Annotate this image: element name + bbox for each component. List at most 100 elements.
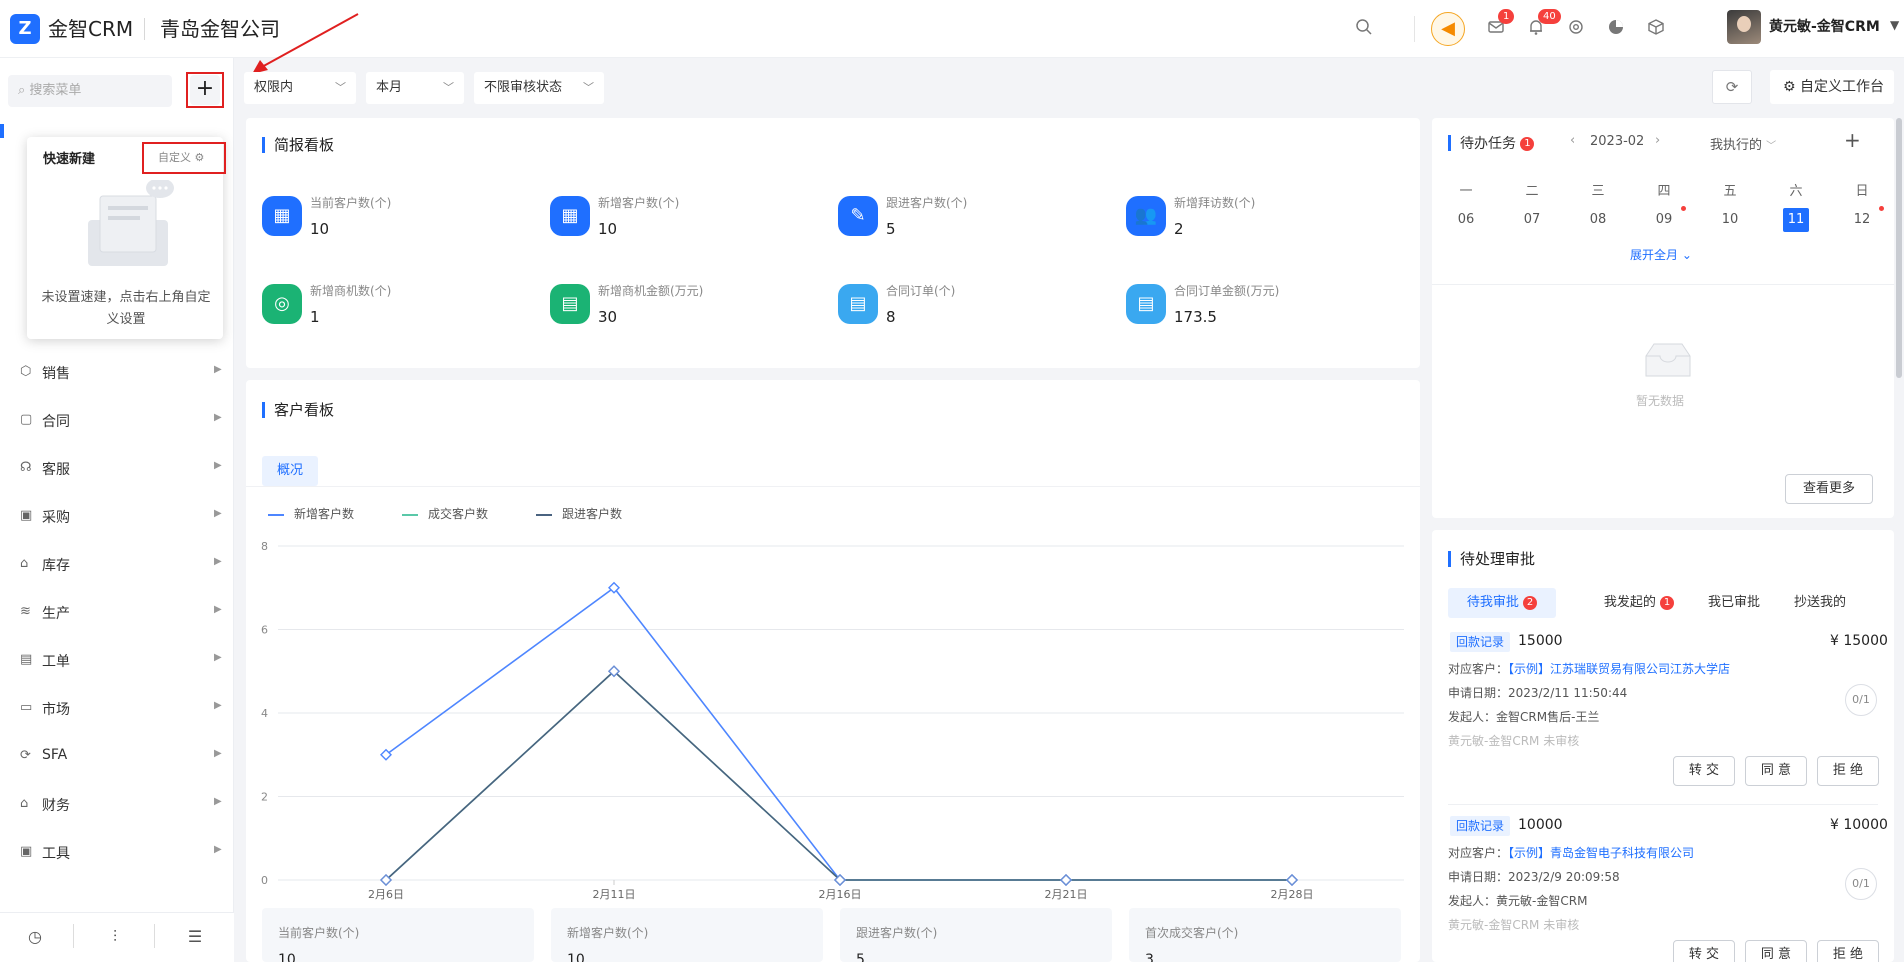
settings-sliders-icon[interactable]: ⫶ (103, 925, 127, 949)
quick-create-button[interactable]: + (190, 75, 220, 105)
sidebar-item[interactable]: ⌂ 财务 ▶ (0, 785, 234, 825)
popup-empty-message: 未设置速建，点击右上角自定义设置 (41, 290, 211, 327)
sidebar-item-label: 采购 (42, 510, 70, 526)
tab-approval[interactable]: 我发起的 1 (1588, 588, 1690, 618)
pie-chart-icon[interactable] (1604, 18, 1628, 42)
tab-divider (246, 486, 1420, 487)
sidebar-item-label: 市场 (42, 702, 70, 718)
bell-icon[interactable]: 40 (1524, 9, 1561, 42)
history-icon[interactable]: ◷ (23, 925, 47, 949)
tab-approval[interactable]: 待我审批 2 (1448, 588, 1556, 618)
calendar-day[interactable]: 10 (1717, 208, 1743, 232)
y-tick-label: 8 (261, 540, 268, 553)
prev-month-icon[interactable]: ‹ (1570, 133, 1575, 148)
legend-label: 新增客户数 (294, 507, 355, 521)
search-icon[interactable] (1352, 18, 1376, 42)
customer-link[interactable]: 【示例】江苏瑞联贸易有限公司江苏大学店 (1508, 662, 1730, 676)
speaker-icon[interactable]: ◀ (1431, 12, 1465, 46)
sidebar-item[interactable]: ≋ 生产 ▶ (0, 593, 234, 633)
stat-value: 8 (886, 308, 896, 326)
calendar-day[interactable]: 08 (1585, 208, 1611, 232)
calendar-day[interactable]: 06 (1453, 208, 1479, 232)
transfer-button[interactable]: 转 交 (1673, 940, 1735, 962)
audit-value: 不限审核状态 (484, 80, 563, 95)
summary-label: 首次成交客户(个) (1145, 926, 1239, 940)
date-value: 2023/2/9 20:09:58 (1508, 870, 1620, 884)
tab-overview[interactable]: 概况 (262, 456, 318, 486)
calendar-day[interactable]: 12 (1849, 208, 1875, 232)
sidebar-item[interactable]: ▣ 采购 ▶ (0, 497, 234, 537)
tab-approval[interactable]: 抄送我的 (1782, 588, 1858, 618)
agree-button[interactable]: 同 意 (1745, 756, 1807, 786)
search-input[interactable]: ⌕ 搜索菜单 (8, 75, 172, 107)
summary-box: 当前客户数(个) 10 (262, 908, 534, 962)
stat-icon: 👥 (1126, 196, 1166, 236)
reject-button[interactable]: 拒 绝 (1817, 940, 1879, 962)
refresh-icon[interactable]: ⟳ (1712, 70, 1752, 104)
sidebar-item[interactable]: ⬡ 销售 ▶ (0, 353, 234, 393)
chevron-right-icon: ▶ (214, 460, 222, 471)
sidebar-item[interactable]: ☊ 客服 ▶ (0, 449, 234, 489)
expand-month-link[interactable]: 展开全月 ⌄ (1630, 246, 1692, 263)
menu-item-icon: ≋ (20, 604, 31, 619)
reject-button[interactable]: 拒 绝 (1817, 756, 1879, 786)
mail-icon[interactable]: 1 (1484, 9, 1515, 42)
summary-label: 当前客户数(个) (278, 926, 360, 940)
tab-label: 抄送我的 (1793, 595, 1846, 610)
period-select[interactable]: 本月 ﹀ (366, 72, 464, 104)
gear-icon[interactable] (1564, 18, 1588, 42)
empty-inbox-illustration (88, 180, 174, 266)
calendar-day[interactable]: 11 (1783, 208, 1809, 232)
weekday-label: 五 (1723, 184, 1737, 199)
sidebar-item[interactable]: ⟳ SFA ▶ (0, 737, 234, 777)
sidebar-item[interactable]: ▢ 合同 ▶ (0, 401, 234, 441)
chevron-right-icon: ▶ (214, 700, 222, 711)
stat-value: 1 (310, 308, 320, 326)
collapse-menu-icon[interactable]: ☰ (183, 925, 207, 949)
stat-value: 2 (1174, 220, 1184, 238)
sidebar-item-label: 销售 (42, 366, 70, 382)
expand-label: 展开全月 (1630, 248, 1679, 262)
menu-item-icon: ▢ (20, 412, 33, 427)
right-scrollbar[interactable] (1896, 118, 1902, 378)
data-point[interactable] (1060, 874, 1072, 886)
menu-item-icon: ⌂ (20, 556, 29, 571)
custom-workbench-button[interactable]: ⚙ 自定义工作台 (1770, 70, 1894, 104)
next-month-icon[interactable]: › (1655, 133, 1660, 148)
brief-board-title: 简报看板 (274, 136, 335, 154)
transfer-button[interactable]: 转 交 (1673, 756, 1735, 786)
stat-icon: ◎ (262, 284, 302, 324)
customer-link[interactable]: 【示例】青岛金智电子科技有限公司 (1508, 846, 1694, 860)
sidebar-item[interactable]: ▭ 市场 ▶ (0, 689, 234, 729)
record-amount: 15000 (1518, 633, 1563, 649)
calendar-day[interactable]: 07 (1519, 208, 1545, 232)
agree-button[interactable]: 同 意 (1745, 940, 1807, 962)
audit-select[interactable]: 不限审核状态 ﹀ (474, 72, 604, 104)
legend-swatch (268, 514, 284, 516)
scope-select[interactable]: 权限内 ﹀ (244, 72, 356, 104)
chevron-down-icon: ﹀ (583, 81, 594, 94)
sidebar-item[interactable]: ⌂ 库存 ▶ (0, 545, 234, 585)
summary-value: 5 (856, 952, 865, 962)
summary-value: 10 (567, 952, 585, 962)
view-more-button[interactable]: 查看更多 (1785, 474, 1873, 504)
stat-label: 合同订单金额(万元) (1174, 284, 1280, 298)
data-point[interactable] (1286, 874, 1298, 886)
sidebar-item-label: 工具 (42, 846, 70, 862)
weekday-label: 六 (1789, 184, 1803, 199)
weekday-label: 二 (1525, 184, 1539, 199)
customize-link[interactable]: 自定义 ⚙ (142, 142, 226, 174)
todo-filter-select[interactable]: 我执行的 ﹀ (1710, 134, 1776, 153)
add-task-icon[interactable]: + (1844, 128, 1861, 152)
calendar-day[interactable]: 09 (1651, 208, 1677, 232)
chevron-down-icon[interactable]: ▼ (1890, 18, 1899, 32)
record-total: ¥ 15000 (1830, 633, 1888, 649)
tab-approval[interactable]: 我已审批 (1696, 588, 1772, 618)
customer-label: 对应客户： (1448, 662, 1509, 676)
avatar[interactable] (1727, 10, 1761, 44)
user-name[interactable]: 黄元敏-金智CRM (1769, 16, 1880, 38)
cube-icon[interactable] (1644, 18, 1668, 42)
sidebar-item[interactable]: ▣ 工具 ▶ (0, 833, 234, 873)
date-line: 申请日期：2023/2/11 11:50:44 (1448, 684, 1627, 701)
sidebar-item[interactable]: ▤ 工单 ▶ (0, 641, 234, 681)
